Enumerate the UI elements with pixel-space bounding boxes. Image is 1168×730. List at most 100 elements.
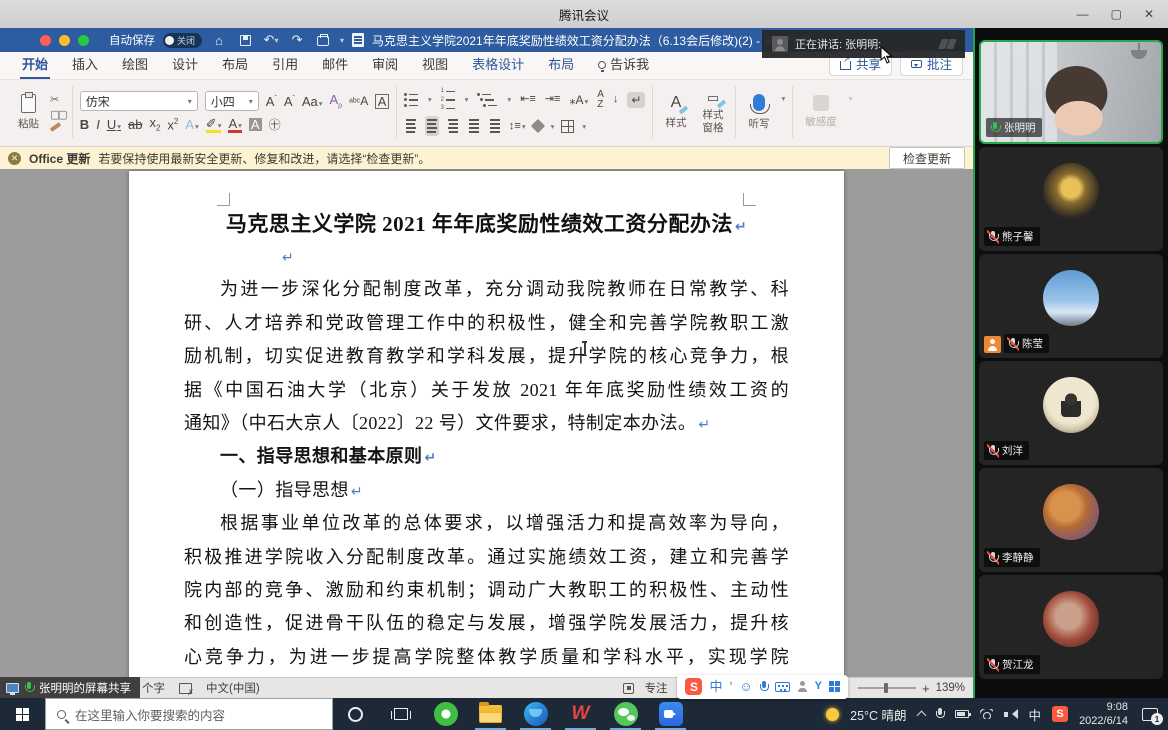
taskbar-app-wps[interactable]: W (558, 698, 603, 730)
taskbar-app-wechat[interactable] (603, 698, 648, 730)
check-update-button[interactable]: 检查更新 (889, 147, 965, 169)
document-area[interactable]: 马克思主义学院 2021 年年底奖励性绩效工资分配办法↵ ↵为进一步深化分配制度… (0, 169, 973, 677)
change-case-icon[interactable]: Aa▾ (302, 95, 323, 108)
tab-表格设计[interactable]: 表格设计 (460, 49, 536, 79)
tab-布局[interactable]: 布局 (210, 49, 260, 79)
highlight-icon[interactable]: ✐▾ (206, 117, 222, 133)
taskbar-clock[interactable]: 9:082022/6/14 (1079, 700, 1128, 729)
styles-button[interactable]: A 样式 (660, 92, 691, 132)
mac-close-icon[interactable] (40, 35, 51, 46)
italic-icon[interactable]: I (96, 118, 100, 131)
customize-toolbar-icon[interactable]: ▾ (340, 36, 344, 45)
align-center-icon[interactable] (425, 116, 439, 136)
sogou-account-icon[interactable] (797, 681, 808, 692)
char-border-icon[interactable]: A (375, 94, 389, 109)
participant-tile-李静静[interactable]: 李静静 (979, 468, 1163, 572)
mac-minimize-icon[interactable] (59, 35, 70, 46)
ime-indicator[interactable]: 中 (1029, 705, 1042, 724)
zoom-control[interactable]: + 139% (858, 681, 965, 696)
zoom-in-icon[interactable]: + (922, 681, 930, 696)
shading-icon[interactable] (531, 119, 545, 133)
indent-icon[interactable]: ⇥≡ (545, 94, 561, 105)
sogou-keyboard-icon[interactable] (775, 682, 790, 692)
grow-font-icon[interactable]: Aˆ (266, 95, 277, 108)
sogou-sogou-logo-icon[interactable]: S (685, 678, 702, 695)
participant-tile-熊子馨[interactable]: 熊子馨 (979, 147, 1163, 251)
bold-icon[interactable]: B (80, 118, 89, 131)
tray-mic-icon[interactable] (936, 708, 944, 720)
distribute-icon[interactable] (488, 116, 502, 136)
taskbar-app-browser-360[interactable] (423, 698, 468, 730)
focus-label[interactable]: 专注 (644, 680, 667, 696)
underline-icon[interactable]: U▾ (107, 118, 121, 131)
char-shading-icon[interactable]: A (249, 118, 262, 131)
style-pane-button[interactable]: ▭ 样式窗格 (697, 88, 728, 135)
taskbar-app-edge[interactable] (513, 698, 558, 730)
tab-插入[interactable]: 插入 (60, 49, 110, 79)
format-painter-icon[interactable] (50, 122, 61, 132)
borders-icon[interactable] (561, 120, 574, 133)
font-color-icon[interactable]: A▾ (228, 117, 241, 133)
autosave-toggle[interactable]: 关闭 (163, 33, 202, 48)
clear-format-icon[interactable]: ᵃᵇᶜA (349, 95, 368, 108)
sogou-voice-icon[interactable] (760, 681, 768, 693)
focus-icon[interactable] (623, 683, 634, 694)
font-name-combo[interactable]: 仿宋▾ (80, 91, 198, 111)
sogou-ime-toolbar[interactable]: S中’☺Y (677, 675, 848, 699)
font-size-combo[interactable]: 小四▾ (205, 91, 259, 111)
zoom-slider[interactable] (858, 687, 916, 689)
tab-邮件[interactable]: 邮件 (310, 49, 360, 79)
battery-icon[interactable] (955, 710, 969, 718)
tab-引用[interactable]: 引用 (260, 49, 310, 79)
wifi-icon[interactable] (980, 709, 993, 719)
mac-zoom-icon[interactable] (78, 35, 89, 46)
print-icon[interactable] (314, 32, 332, 48)
align-left-icon[interactable] (404, 116, 418, 136)
weather-text[interactable]: 25°C 晴朗 (850, 705, 906, 724)
sogou-apostrophe-icon[interactable]: ’ (729, 680, 732, 693)
home-icon[interactable]: ⌂ (210, 32, 228, 48)
shrink-font-icon[interactable]: Aˇ (284, 95, 295, 108)
enclose-char-icon[interactable]: ㊉ (269, 119, 281, 131)
bullet-list-icon[interactable] (404, 93, 418, 107)
show-marks-icon[interactable]: ↵ (627, 92, 645, 108)
hidden-icons-chevron[interactable] (916, 711, 926, 721)
participant-tile-陈莹[interactable]: 陈莹 (979, 254, 1163, 358)
task-view-button[interactable] (378, 698, 423, 730)
zoom-level[interactable]: 139% (936, 682, 965, 694)
sort-icon[interactable]: AZ (597, 90, 604, 110)
tab-告诉我[interactable]: 告诉我 (586, 49, 661, 79)
line-spacing-icon[interactable]: ↕≡▾ (509, 121, 526, 132)
phonetic-guide-icon[interactable]: Aρ (330, 93, 343, 110)
dictate-button[interactable]: 听写 (743, 92, 774, 133)
save-icon[interactable] (236, 32, 254, 48)
language-status[interactable]: 中文(中国) (206, 680, 260, 696)
numbered-list-icon[interactable]: 123 (441, 88, 455, 111)
copy-icon[interactable]: ▢▢ (50, 110, 65, 121)
redo-icon[interactable]: ↷ (288, 32, 306, 48)
cortana-button[interactable] (333, 698, 378, 730)
asian-layout-icon[interactable]: ⁎A▾ (569, 94, 588, 106)
sogou-tray-icon[interactable]: S (1052, 706, 1068, 722)
maximize-icon[interactable]: ▢ (1111, 8, 1122, 20)
justify-icon[interactable] (467, 116, 481, 136)
text-effects-icon[interactable]: A▾ (185, 118, 198, 131)
sogou-skin-icon[interactable]: Y (815, 681, 822, 692)
start-button[interactable] (0, 698, 45, 730)
strikethrough-icon[interactable]: ab (128, 118, 142, 131)
sensitivity-button[interactable]: 敏感度 (800, 93, 842, 131)
participant-tile-贺江龙[interactable]: 贺江龙 (979, 575, 1163, 679)
cut-icon[interactable]: ✂ (50, 95, 65, 106)
notification-center-icon[interactable]: 1 (1142, 708, 1158, 721)
undo-icon[interactable]: ↶▾ (262, 32, 280, 48)
superscript-icon[interactable]: x2 (167, 118, 178, 131)
taskbar-search[interactable]: 在这里输入你要搜索的内容 (45, 698, 333, 730)
participant-tile-张明明[interactable]: 张明明 (979, 40, 1163, 144)
tab-审阅[interactable]: 审阅 (360, 49, 410, 79)
tab-开始[interactable]: 开始 (10, 49, 60, 79)
subscript-icon[interactable]: x2 (149, 116, 160, 133)
align-right-icon[interactable] (446, 116, 460, 136)
sogou-emoji-icon[interactable]: ☺ (739, 680, 752, 693)
outdent-icon[interactable]: ⇤≡ (520, 94, 536, 105)
minimize-icon[interactable]: — (1077, 8, 1089, 20)
